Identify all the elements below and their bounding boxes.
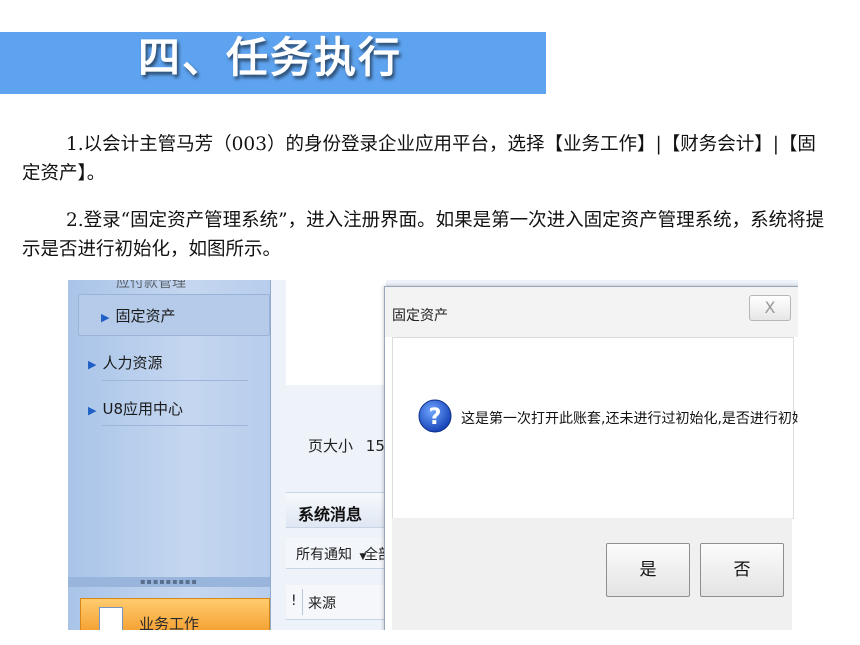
- sidebar-item-label: 固定资产: [115, 307, 176, 325]
- sidebar-item-label: U8应用中心: [102, 400, 183, 418]
- sidebar-divider: [102, 380, 248, 381]
- close-icon: X: [764, 298, 776, 317]
- business-work-button[interactable]: 业务工作: [80, 598, 270, 630]
- no-button[interactable]: 否: [700, 543, 784, 597]
- business-work-label: 业务工作: [139, 615, 200, 630]
- sidebar-item-label: 人力资源: [102, 354, 163, 372]
- sidebar: 应付款管理 ▶ 固定资产 ▶ 人力资源 ▶ U8应用中心 ▪▪▪▪▪▪▪▪▪ 业务工作: [68, 280, 271, 630]
- system-messages-title: 系统消息: [298, 505, 363, 524]
- yes-button[interactable]: 是: [606, 543, 690, 597]
- close-button[interactable]: X: [749, 295, 791, 321]
- dialog-body: ? 这是第一次打开此账套,还未进行过初始化,是否进行初始化?: [392, 337, 798, 519]
- page-size-field[interactable]: 页大小 15: [308, 435, 385, 456]
- sidebar-item-hr[interactable]: ▶ 人力资源: [88, 352, 162, 373]
- dialog-title: 固定资产: [392, 308, 448, 324]
- embedded-screenshot: 应付款管理 ▶ 固定资产 ▶ 人力资源 ▶ U8应用中心 ▪▪▪▪▪▪▪▪▪ 业务工作…: [68, 280, 798, 630]
- sidebar-item-fixed-assets-wrap: ▶ 固定资产: [101, 305, 175, 326]
- page-size-label: 页大小: [308, 437, 354, 455]
- triangle-right-icon: ▶: [88, 358, 97, 371]
- svg-text:?: ?: [429, 405, 442, 430]
- sidebar-resize-grip[interactable]: ▪▪▪▪▪▪▪▪▪: [68, 577, 270, 587]
- filter-dropdown[interactable]: 所有通知 ▼: [296, 544, 366, 564]
- slide-title: 四、任务执行: [138, 33, 403, 82]
- triangle-right-icon: ▶: [88, 404, 97, 417]
- column-flag[interactable]: !: [291, 593, 297, 609]
- sidebar-divider: [102, 425, 248, 426]
- paragraph-step-2: 2.登录“固定资产管理系统”，进入注册界面。如果是第一次进入固定资产管理系统，系…: [22, 210, 825, 260]
- dialog-message: 这是第一次打开此账套,还未进行过初始化,是否进行初始化?: [461, 411, 798, 427]
- column-source[interactable]: 来源: [308, 593, 336, 613]
- top-strip: [0, 0, 860, 32]
- pane-top-area: [286, 280, 386, 385]
- dialog-titlebar[interactable]: 固定资产 X: [385, 287, 798, 337]
- triangle-right-icon: ▶: [101, 311, 110, 324]
- document-icon: [99, 607, 123, 630]
- filter-label: 所有通知: [296, 547, 352, 563]
- column-divider: [302, 589, 303, 615]
- sidebar-item-u8-center[interactable]: ▶ U8应用中心: [88, 398, 183, 419]
- init-dialog: 固定资产 X ? 这是第一次打开此账套,还未进行过初始化,是否进行初始化? 是 …: [384, 286, 798, 630]
- page-size-value: 15: [365, 437, 385, 455]
- question-icon: ?: [418, 399, 452, 433]
- dialog-footer: 是 否: [392, 518, 792, 630]
- sidebar-cut-item: 应付款管理: [116, 280, 186, 291]
- paragraph-step-1: 1.以会计主管马芳（003）的身份登录企业应用平台，选择【业务工作】|【财务会计…: [22, 134, 816, 184]
- sidebar-item-fixed-assets[interactable]: ▶ 固定资产: [78, 294, 270, 336]
